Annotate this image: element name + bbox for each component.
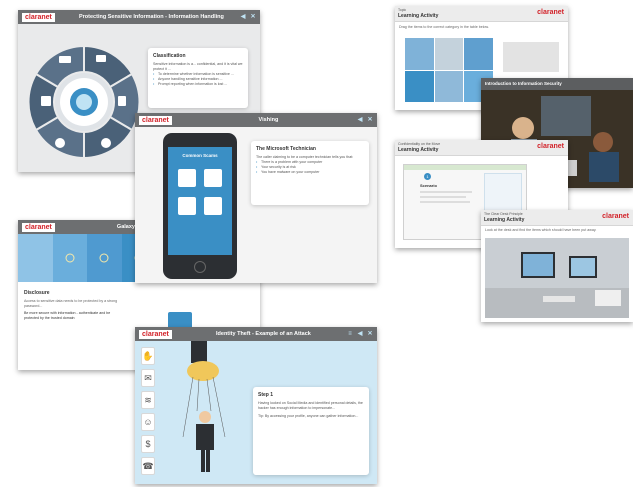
instructions: Drag the items to the correct category i… <box>399 25 489 29</box>
contact-icon[interactable] <box>178 169 196 187</box>
desk-scene <box>485 238 629 318</box>
panel-topic: Topic <box>398 8 407 12</box>
book-icon <box>118 96 126 106</box>
close-icon[interactable]: ✕ <box>367 117 373 123</box>
box-heading: Classification <box>153 53 186 59</box>
panel-header: Introduction to Information Security <box>481 78 633 90</box>
drag-tile[interactable] <box>464 38 493 70</box>
category-wheel <box>27 44 141 160</box>
money-icon[interactable]: $ <box>141 435 155 453</box>
panel-header: The Clear Desk Principle Learning Activi… <box>481 210 633 226</box>
audio-icon[interactable]: ◀ <box>240 14 246 20</box>
vishing-panel: claranet Vishing ◀ ✕ Common Scams The Mi… <box>135 113 377 283</box>
audio-icon[interactable]: ◀ <box>357 331 363 337</box>
brand-logo: claranet <box>22 222 55 232</box>
instructions: Look at the desk and find the items whic… <box>485 228 597 232</box>
panel-title: Learning Activity <box>398 147 439 153</box>
classification-box: Classification Sensitive information is … <box>148 48 248 108</box>
drag-tile[interactable] <box>405 70 434 102</box>
scenario-badge[interactable]: 1 <box>424 173 431 180</box>
scam-box: The Microsoft Technician The caller clai… <box>251 141 369 205</box>
search-icon <box>101 138 111 148</box>
panel-topic: The Clear Desk Principle <box>484 212 523 216</box>
body-text: Access to sensitive data needs to be pro… <box>24 299 118 308</box>
audio-icon[interactable]: ◀ <box>357 117 363 123</box>
close-icon[interactable]: ✕ <box>367 331 373 337</box>
panel-title: Protecting Sensitive Information - Infor… <box>79 14 224 20</box>
screenshot-collage: claranet Protecting Sensitive Informatio… <box>0 0 633 487</box>
phone-device: Common Scams <box>163 133 237 279</box>
drag-tile[interactable] <box>405 38 434 70</box>
section-heading: Disclosure <box>24 290 50 296</box>
contact-icon[interactable] <box>204 169 222 187</box>
envelope-icon[interactable]: ✉ <box>141 369 155 387</box>
panel-header: claranet Protecting Sensitive Informatio… <box>18 10 260 24</box>
panel-title: Vishing <box>258 117 279 123</box>
bullet-item: You have malware on your computer <box>256 170 364 175</box>
close-icon[interactable]: ✕ <box>250 14 256 20</box>
panel-title: Introduction to Information Security <box>485 81 562 86</box>
screen-title: Common Scams <box>182 153 218 158</box>
section-label: Scenario <box>420 183 437 188</box>
step-heading: Step 1 <box>258 392 274 398</box>
puppet-illustration <box>182 341 226 472</box>
panel-title: Learning Activity <box>484 217 525 223</box>
server-icon <box>41 96 51 106</box>
panel-topic: Confidentiality on the Move <box>398 142 441 146</box>
drop-zone[interactable] <box>503 42 559 72</box>
panel-header: claranet Identity Theft - Example of an … <box>135 327 377 341</box>
contact-icon[interactable] <box>204 197 222 215</box>
step-tip: Tip: By accessing your profile, anyone c… <box>258 414 359 418</box>
home-button[interactable] <box>194 261 206 273</box>
refresh-icon <box>55 138 65 148</box>
brand-logo: claranet <box>537 143 564 150</box>
hand-icon[interactable]: ✋ <box>141 347 155 365</box>
people-icon[interactable]: ☺ <box>141 413 155 431</box>
drag-tile[interactable] <box>434 70 464 102</box>
phone-screen: Common Scams <box>168 147 232 255</box>
step-body: Having looked on Social Media and identi… <box>258 401 363 410</box>
wifi-icon[interactable]: ≋ <box>141 391 155 409</box>
bullet-item: Prompt reporting when information is los… <box>153 82 243 87</box>
phone-icon[interactable]: ☎ <box>141 457 155 475</box>
box-body: Sensitive information is a... confidenti… <box>153 62 243 71</box>
contact-icon[interactable] <box>178 197 196 215</box>
laptop-icon <box>59 56 71 63</box>
panel-header: claranet Vishing ◀ ✕ <box>135 113 377 127</box>
drag-grid <box>405 38 493 102</box>
menu-icon[interactable]: ≡ <box>347 331 353 337</box>
panel-title: Identity Theft - Example of an Attack <box>216 331 311 337</box>
box-heading: The Microsoft Technician <box>256 146 316 152</box>
brand-logo: claranet <box>537 9 564 16</box>
identity-theft-panel: claranet Identity Theft - Example of an … <box>135 327 377 484</box>
panel-header: Confidentiality on the Move Learning Act… <box>395 140 568 156</box>
drag-tile[interactable] <box>434 38 464 70</box>
panel-header: Topic Learning Activity claranet <box>395 6 568 22</box>
brand-logo: claranet <box>22 12 55 22</box>
brand-logo: claranet <box>139 115 172 125</box>
envelope-icon <box>96 55 106 62</box>
learning-activity-panel: The Clear Desk Principle Learning Activi… <box>481 210 633 322</box>
brand-logo: claranet <box>139 329 172 339</box>
step-box: Step 1 Having looked on Social Media and… <box>253 387 369 475</box>
panel-title: Learning Activity <box>398 13 439 19</box>
body-text: Be more secure with information - authen… <box>24 311 111 320</box>
brand-logo: claranet <box>602 213 629 220</box>
